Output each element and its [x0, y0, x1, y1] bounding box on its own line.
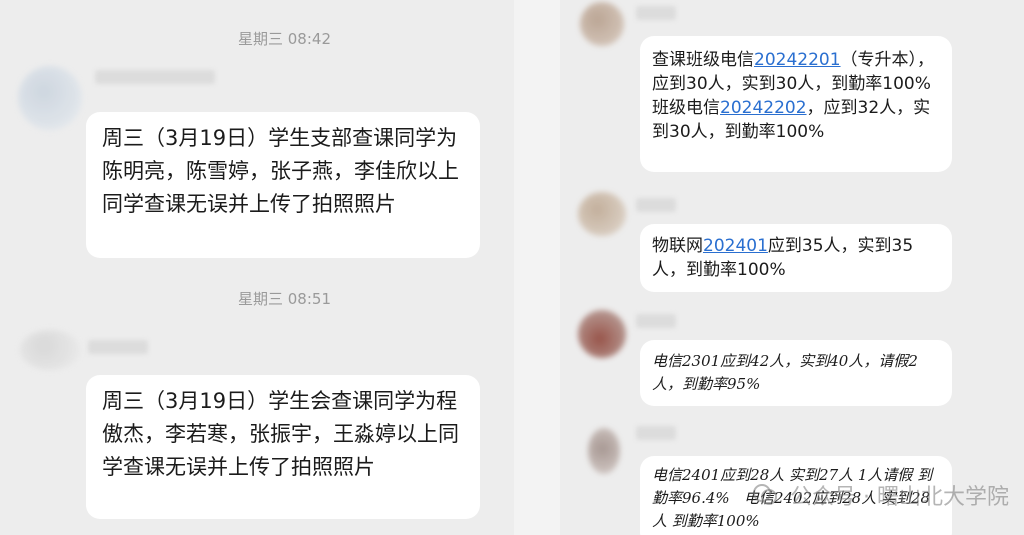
text-segment: 物联网 — [652, 236, 703, 256]
avatar[interactable] — [588, 428, 620, 474]
avatar[interactable] — [580, 2, 624, 46]
text-segment: 查课班级电信 — [652, 50, 754, 70]
wechat-icon — [753, 484, 777, 505]
sender-name — [636, 314, 676, 328]
sender-name — [95, 70, 215, 84]
avatar[interactable] — [578, 192, 626, 236]
message-bubble[interactable]: 物联网202401应到35人，实到35人，到勤率100% — [640, 224, 952, 292]
divider — [514, 0, 560, 535]
message-bubble[interactable]: 周三（3月19日）学生会查课同学为程傲杰，李若寒，张振宇，王淼婷以上同学查课无误… — [86, 375, 480, 519]
avatar[interactable] — [20, 330, 80, 370]
message-bubble[interactable]: 查课班级电信20242201（专升本），应到30人，实到30人，到勤率100% … — [640, 36, 952, 172]
avatar[interactable] — [18, 66, 82, 130]
sender-name — [636, 426, 676, 440]
phone-link[interactable]: 202401 — [703, 236, 768, 256]
chat-pane-right: 查课班级电信20242201（专升本），应到30人，实到30人，到勤率100% … — [560, 0, 1024, 535]
sender-name — [636, 6, 676, 20]
timestamp: 星期三 08:51 — [238, 290, 331, 308]
phone-link[interactable]: 20242201 — [754, 50, 841, 70]
message-bubble[interactable]: 周三（3月19日）学生支部查课同学为陈明亮，陈雪婷，张子燕，李佳欣以上同学查课无… — [86, 112, 480, 258]
message-text: 周三（3月19日）学生会查课同学为程傲杰，李若寒，张振宇，王淼婷以上同学查课无误… — [102, 389, 459, 479]
message-text: 周三（3月19日）学生支部查课同学为陈明亮，陈雪婷，张子燕，李佳欣以上同学查课无… — [102, 126, 459, 216]
message-text: 物联网202401应到35人，实到35人，到勤率100% — [652, 234, 940, 282]
chat-pane-left: 星期三 08:42 周三（3月19日）学生支部查课同学为陈明亮，陈雪婷，张子燕，… — [0, 0, 514, 535]
image-message[interactable]: 电信2301应到42人，实到40人，请假2人，到勤率95% — [640, 340, 952, 406]
avatar[interactable] — [578, 310, 626, 358]
watermark: 公众号 · 曙山北大学院 — [790, 485, 1009, 510]
phone-link[interactable]: 20242202 — [720, 98, 807, 118]
sender-name — [636, 198, 676, 212]
handwritten-text: 电信2301应到42人，实到40人，请假2人，到勤率95% — [652, 352, 918, 393]
timestamp: 星期三 08:42 — [238, 30, 331, 48]
message-text: 查课班级电信20242201（专升本），应到30人，实到30人，到勤率100% … — [652, 48, 940, 144]
sender-name — [88, 340, 148, 354]
